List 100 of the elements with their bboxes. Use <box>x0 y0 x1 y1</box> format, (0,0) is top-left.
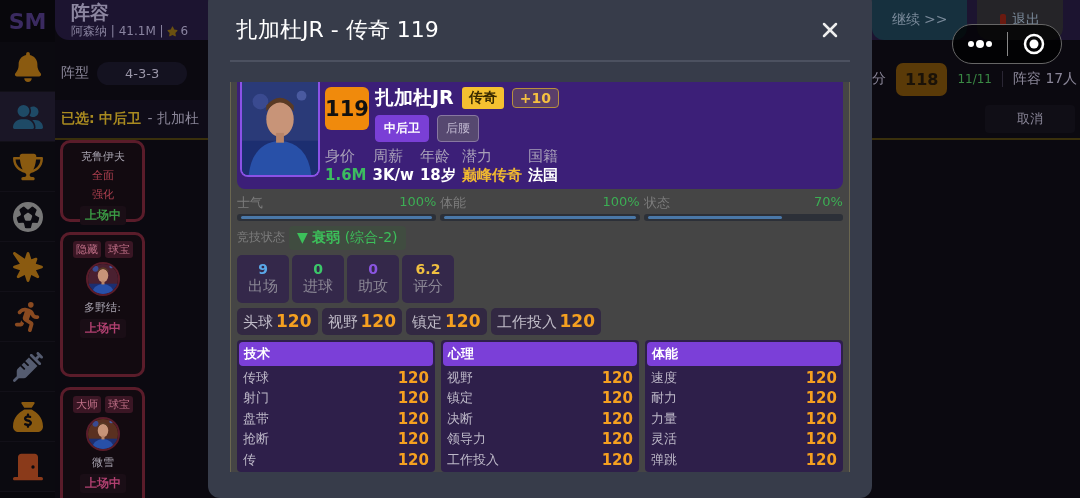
attribute-value: 120 <box>397 430 429 449</box>
fact-value: 1.6M <box>325 166 367 185</box>
player-name: 多野结: <box>84 300 121 315</box>
player-note: 强化 <box>91 187 114 202</box>
attribute-value: 120 <box>360 310 396 331</box>
group-header: 心理 <box>443 341 637 366</box>
attribute-value: 120 <box>805 450 837 469</box>
attribute-value: 120 <box>601 368 633 387</box>
attribute-label: 视野 <box>327 312 358 332</box>
stat-value: 9 <box>258 261 268 277</box>
group-header: 技术 <box>239 341 433 366</box>
player-note: 全面 <box>91 168 114 183</box>
attribute-value: 120 <box>805 368 837 387</box>
attribute-label: 镇定 <box>447 389 473 408</box>
attribute-label: 头球 <box>243 312 273 332</box>
fact-label: 年龄 <box>419 147 451 166</box>
dialog-title: 扎加杜JR - 传奇 119 <box>236 16 439 44</box>
player-name: 克鲁伊夫 <box>80 149 125 164</box>
attribute-value: 120 <box>601 409 633 428</box>
player-name: 微雪 <box>91 455 114 470</box>
fact-label: 潜力 <box>461 147 493 166</box>
player-rating: 119 <box>325 87 369 130</box>
sidebar-item[interactable] <box>0 142 55 192</box>
attribute-value: 120 <box>601 389 633 408</box>
starburst-icon <box>12 251 43 282</box>
attribute-label: 传 <box>243 450 256 469</box>
attribute-value: 120 <box>397 450 429 469</box>
attribute-label: 弹跳 <box>651 450 677 469</box>
sidebar-item[interactable] <box>0 442 55 492</box>
player-tag: 隐藏 <box>72 241 101 258</box>
sidebar-item[interactable] <box>0 42 55 92</box>
attribute-value: 120 <box>397 389 429 408</box>
attribute-label: 领导力 <box>447 430 486 449</box>
fact-value: 3K/w <box>372 166 414 185</box>
attribute-value: 120 <box>445 310 481 331</box>
attribute-label: 力量 <box>651 409 677 428</box>
attribute-label: 工作投入 <box>496 312 557 332</box>
attribute-label: 传球 <box>243 368 269 387</box>
bonus-badge: +10 <box>511 88 559 108</box>
player-count: 11/11 <box>957 72 992 86</box>
cancel-button[interactable]: 取消 <box>985 105 1075 133</box>
position-tag[interactable]: 后腰 <box>437 115 479 142</box>
team-score: 118 <box>896 62 948 96</box>
meter-reading: 100% <box>399 193 437 211</box>
attribute-label: 耐力 <box>651 389 677 408</box>
status-label: 上场中 <box>79 474 126 493</box>
star-icon <box>166 25 178 37</box>
selected-player: - 扎加杜 <box>147 110 199 128</box>
door-icon <box>12 451 43 482</box>
stat-value: 0 <box>313 261 323 277</box>
player-card[interactable]: 大师 球宝 微雪 上场中 <box>60 387 145 498</box>
stat-label: 评分 <box>413 277 443 296</box>
fact-value: 巅峰传奇 <box>461 166 522 185</box>
status-label: 上场中 <box>79 206 126 225</box>
attribute-value: 120 <box>805 389 837 408</box>
player-name: 扎加杜JR <box>375 85 454 110</box>
attribute-value: 120 <box>397 368 429 387</box>
record-icon <box>1023 33 1046 55</box>
attribute-label: 射门 <box>243 389 269 408</box>
attribute-label: 视野 <box>447 368 473 387</box>
player-tag: 球宝 <box>104 396 133 413</box>
fact-label: 国籍 <box>527 147 558 166</box>
stat-label: 助攻 <box>358 277 388 296</box>
stat-label: 进球 <box>303 277 333 296</box>
sidebar-item[interactable] <box>0 92 55 142</box>
formation-label: 阵型 <box>61 64 89 82</box>
player-card[interactable]: 克鲁伊夫 全面 强化 上场中 <box>60 140 145 222</box>
more-icon <box>966 39 993 49</box>
stat-label: 出场 <box>248 277 278 296</box>
sidebar-item[interactable] <box>0 392 55 442</box>
continue-button[interactable]: 继续 >> <box>872 0 967 40</box>
group-header: 体能 <box>647 341 841 366</box>
bell-icon <box>12 51 43 82</box>
sidebar-item[interactable] <box>0 342 55 392</box>
sidebar-item[interactable] <box>0 242 55 292</box>
fact-value: 18岁 <box>419 166 456 185</box>
attribute-value: 120 <box>397 409 429 428</box>
position-tag[interactable]: 中后卫 <box>375 115 429 142</box>
meter-reading: 70% <box>814 193 843 211</box>
score-label: 分 <box>872 70 886 88</box>
stat-value: 0 <box>368 261 378 277</box>
sidebar-item[interactable] <box>0 192 55 242</box>
attribute-label: 决断 <box>447 409 473 428</box>
attribute-value: 120 <box>276 310 312 331</box>
selected-position: 已选: 中后卫 <box>61 110 142 128</box>
team-rating: 6 <box>180 24 189 38</box>
attribute-value: 120 <box>601 450 633 469</box>
attribute-value: 120 <box>805 430 837 449</box>
meter-reading: 100% <box>602 193 640 211</box>
player-card[interactable]: 隐藏 球宝 多野结: 上场中 <box>60 232 145 377</box>
squad-size: 阵容 17人 <box>1013 70 1078 88</box>
form-status: ▼ 衰弱 (综合-2) <box>289 225 406 250</box>
formation-selector[interactable]: 4-3-3 <box>97 61 188 85</box>
sidebar-item[interactable] <box>0 292 55 342</box>
trophy-icon <box>12 151 43 182</box>
team-info: 阿森纳 | 41.1M | <box>71 22 164 40</box>
status-label: 上场中 <box>79 319 126 338</box>
attribute-label: 灵活 <box>651 430 677 449</box>
player-tag: 大师 <box>72 396 101 413</box>
app-logo: SM <box>7 7 48 36</box>
